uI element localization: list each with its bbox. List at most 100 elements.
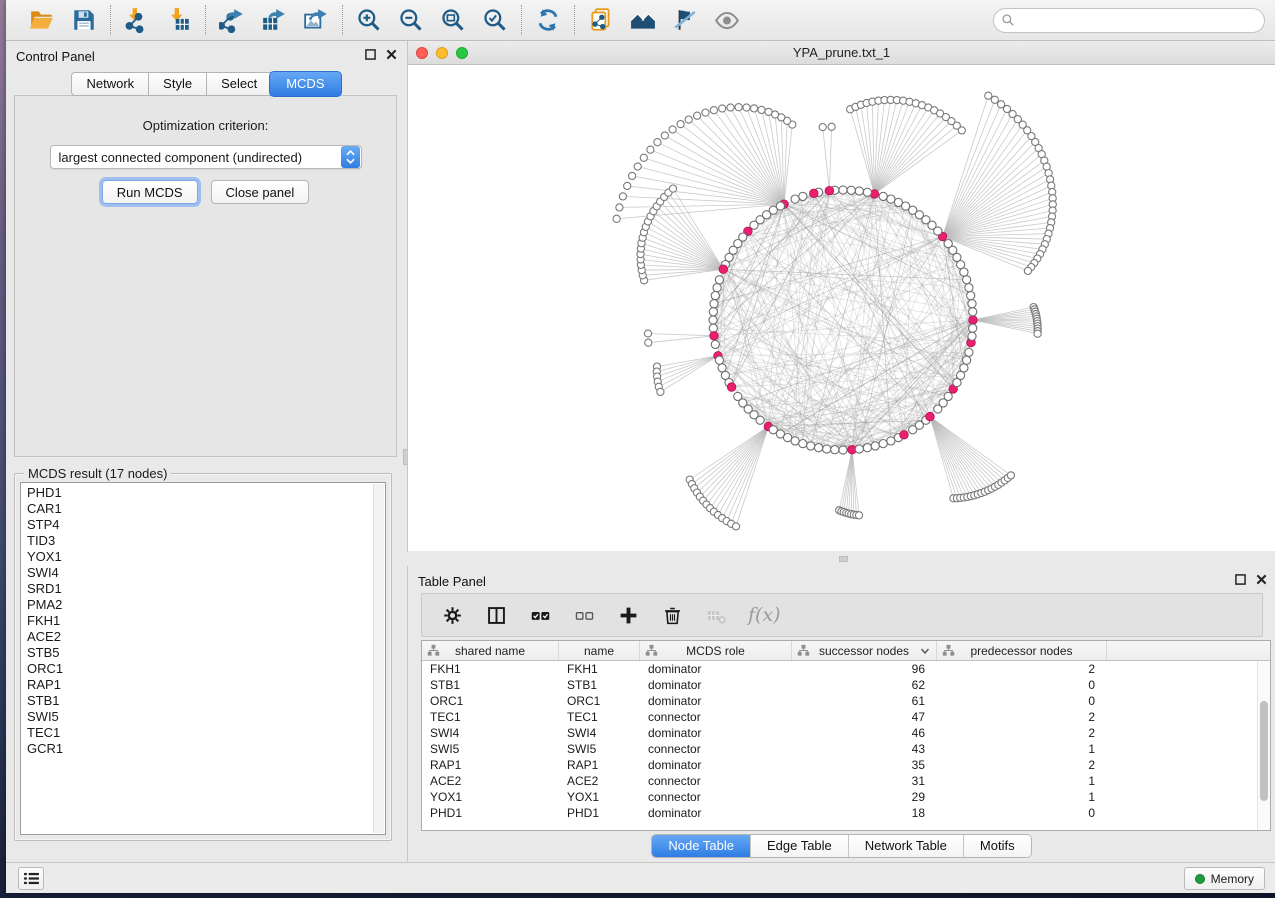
ring-node[interactable] bbox=[709, 316, 717, 324]
ring-node[interactable] bbox=[847, 186, 855, 194]
float-table-panel-icon[interactable] bbox=[1235, 574, 1246, 585]
eye-icon[interactable] bbox=[713, 6, 741, 34]
ring-node[interactable] bbox=[715, 276, 723, 284]
show-panel-list-button[interactable] bbox=[18, 867, 44, 890]
import-table-icon[interactable] bbox=[165, 6, 193, 34]
tab-style[interactable]: Style bbox=[148, 72, 206, 96]
mcds-result-item[interactable]: STB1 bbox=[27, 693, 379, 709]
tab-network[interactable]: Network bbox=[71, 72, 148, 96]
mcds-hub-node[interactable] bbox=[969, 316, 978, 325]
leaf-node[interactable] bbox=[991, 96, 998, 103]
mcds-result-item[interactable]: PMA2 bbox=[27, 597, 379, 613]
leaf-node[interactable] bbox=[629, 172, 636, 179]
ring-node[interactable] bbox=[968, 300, 976, 308]
column-header-name[interactable]: name bbox=[559, 641, 640, 660]
ring-node[interactable] bbox=[871, 442, 879, 450]
mcds-result-item[interactable]: TEC1 bbox=[27, 725, 379, 741]
node-table[interactable]: shared namenameMCDS rolesuccessor nodesp… bbox=[421, 640, 1271, 831]
leaf-node[interactable] bbox=[1007, 472, 1014, 479]
leaf-node[interactable] bbox=[719, 105, 726, 112]
leaf-node[interactable] bbox=[732, 523, 739, 530]
mcds-result-item[interactable]: GCR1 bbox=[27, 741, 379, 757]
ring-node[interactable] bbox=[944, 392, 952, 400]
ring-node[interactable] bbox=[711, 340, 719, 348]
mcds-hub-node[interactable] bbox=[926, 412, 935, 421]
ring-node[interactable] bbox=[965, 348, 973, 356]
close-panel-button[interactable]: Close panel bbox=[211, 180, 310, 204]
mcds-hub-node[interactable] bbox=[900, 431, 909, 440]
window-zoom-icon[interactable] bbox=[456, 47, 468, 59]
ring-node[interactable] bbox=[969, 308, 977, 316]
ring-node[interactable] bbox=[807, 442, 815, 450]
leaf-node[interactable] bbox=[654, 139, 661, 146]
table-row[interactable]: ACE2ACE2connector311 bbox=[422, 773, 1270, 789]
zoom-in-icon[interactable] bbox=[355, 6, 383, 34]
ring-node[interactable] bbox=[709, 324, 717, 332]
import-network-icon[interactable] bbox=[123, 6, 151, 34]
window-close-icon[interactable] bbox=[416, 47, 428, 59]
zoom-out-icon[interactable] bbox=[397, 6, 425, 34]
ring-node[interactable] bbox=[855, 445, 863, 453]
mcds-hub-node[interactable] bbox=[727, 383, 736, 392]
ring-node[interactable] bbox=[968, 332, 976, 340]
zoom-fit-icon[interactable] bbox=[439, 6, 467, 34]
ring-node[interactable] bbox=[887, 195, 895, 203]
network-canvas[interactable] bbox=[408, 65, 1275, 551]
leaf-node[interactable] bbox=[616, 204, 623, 211]
save-session-icon[interactable] bbox=[70, 6, 98, 34]
table-row[interactable]: FKH1FKH1dominator962 bbox=[422, 661, 1270, 677]
ring-node[interactable] bbox=[831, 446, 839, 454]
leaf-node[interactable] bbox=[634, 163, 641, 170]
leaf-node[interactable] bbox=[644, 330, 651, 337]
table-row[interactable]: STB1STB1dominator620 bbox=[422, 677, 1270, 693]
ring-node[interactable] bbox=[855, 187, 863, 195]
ring-node[interactable] bbox=[944, 240, 952, 248]
leaf-node[interactable] bbox=[958, 127, 965, 134]
optimization-criterion-select[interactable]: largest connected component (undirected) bbox=[50, 145, 362, 169]
mcds-result-list[interactable]: PHD1CAR1STP4TID3YOX1SWI4SRD1PMA2FKH1ACE2… bbox=[20, 482, 386, 835]
mcds-result-item[interactable]: STB5 bbox=[27, 645, 379, 661]
float-panel-icon[interactable] bbox=[365, 49, 376, 60]
memory-button[interactable]: Memory bbox=[1184, 867, 1265, 890]
column-header-shared-name[interactable]: shared name bbox=[422, 641, 559, 660]
ring-node[interactable] bbox=[963, 356, 971, 364]
home-icon[interactable] bbox=[629, 6, 657, 34]
leaf-node[interactable] bbox=[669, 185, 676, 192]
mcds-result-item[interactable]: FKH1 bbox=[27, 613, 379, 629]
deselect-all-icon[interactable] bbox=[572, 603, 596, 627]
leaf-node[interactable] bbox=[751, 105, 758, 112]
ring-node[interactable] bbox=[839, 446, 847, 454]
leaf-node[interactable] bbox=[647, 146, 654, 153]
leaf-node[interactable] bbox=[702, 109, 709, 116]
leaf-node[interactable] bbox=[758, 106, 765, 113]
leaf-node[interactable] bbox=[669, 126, 676, 133]
column-header-predecessor-nodes[interactable]: predecessor nodes bbox=[937, 641, 1107, 660]
mcds-hub-node[interactable] bbox=[825, 186, 834, 195]
select-all-icon[interactable] bbox=[528, 603, 552, 627]
table-row[interactable]: SWI5SWI5connector431 bbox=[422, 741, 1270, 757]
ring-node[interactable] bbox=[863, 188, 871, 196]
export-table-icon[interactable] bbox=[260, 6, 288, 34]
ring-node[interactable] bbox=[839, 186, 847, 194]
mcds-result-item[interactable]: RAP1 bbox=[27, 677, 379, 693]
close-table-panel-icon[interactable] bbox=[1256, 574, 1267, 585]
mcds-result-item[interactable]: ORC1 bbox=[27, 661, 379, 677]
table-scrollbar[interactable] bbox=[1257, 661, 1270, 830]
leaf-node[interactable] bbox=[985, 92, 992, 99]
column-header-successor-nodes[interactable]: successor nodes bbox=[792, 641, 937, 660]
leaf-node[interactable] bbox=[1034, 330, 1041, 337]
ring-node[interactable] bbox=[879, 440, 887, 448]
search-input[interactable] bbox=[993, 8, 1265, 33]
window-minimize-icon[interactable] bbox=[436, 47, 448, 59]
table-row[interactable]: YOX1YOX1connector291 bbox=[422, 789, 1270, 805]
table-row[interactable]: RAP1RAP1dominator352 bbox=[422, 757, 1270, 773]
leaf-node[interactable] bbox=[819, 124, 826, 131]
ring-node[interactable] bbox=[799, 440, 807, 448]
export-network-icon[interactable] bbox=[218, 6, 246, 34]
mcds-result-item[interactable]: SWI5 bbox=[27, 709, 379, 725]
leaf-node[interactable] bbox=[743, 104, 750, 111]
leaf-node[interactable] bbox=[828, 123, 835, 130]
ring-node[interactable] bbox=[711, 292, 719, 300]
ring-node[interactable] bbox=[965, 284, 973, 292]
mcds-hub-node[interactable] bbox=[719, 265, 728, 274]
